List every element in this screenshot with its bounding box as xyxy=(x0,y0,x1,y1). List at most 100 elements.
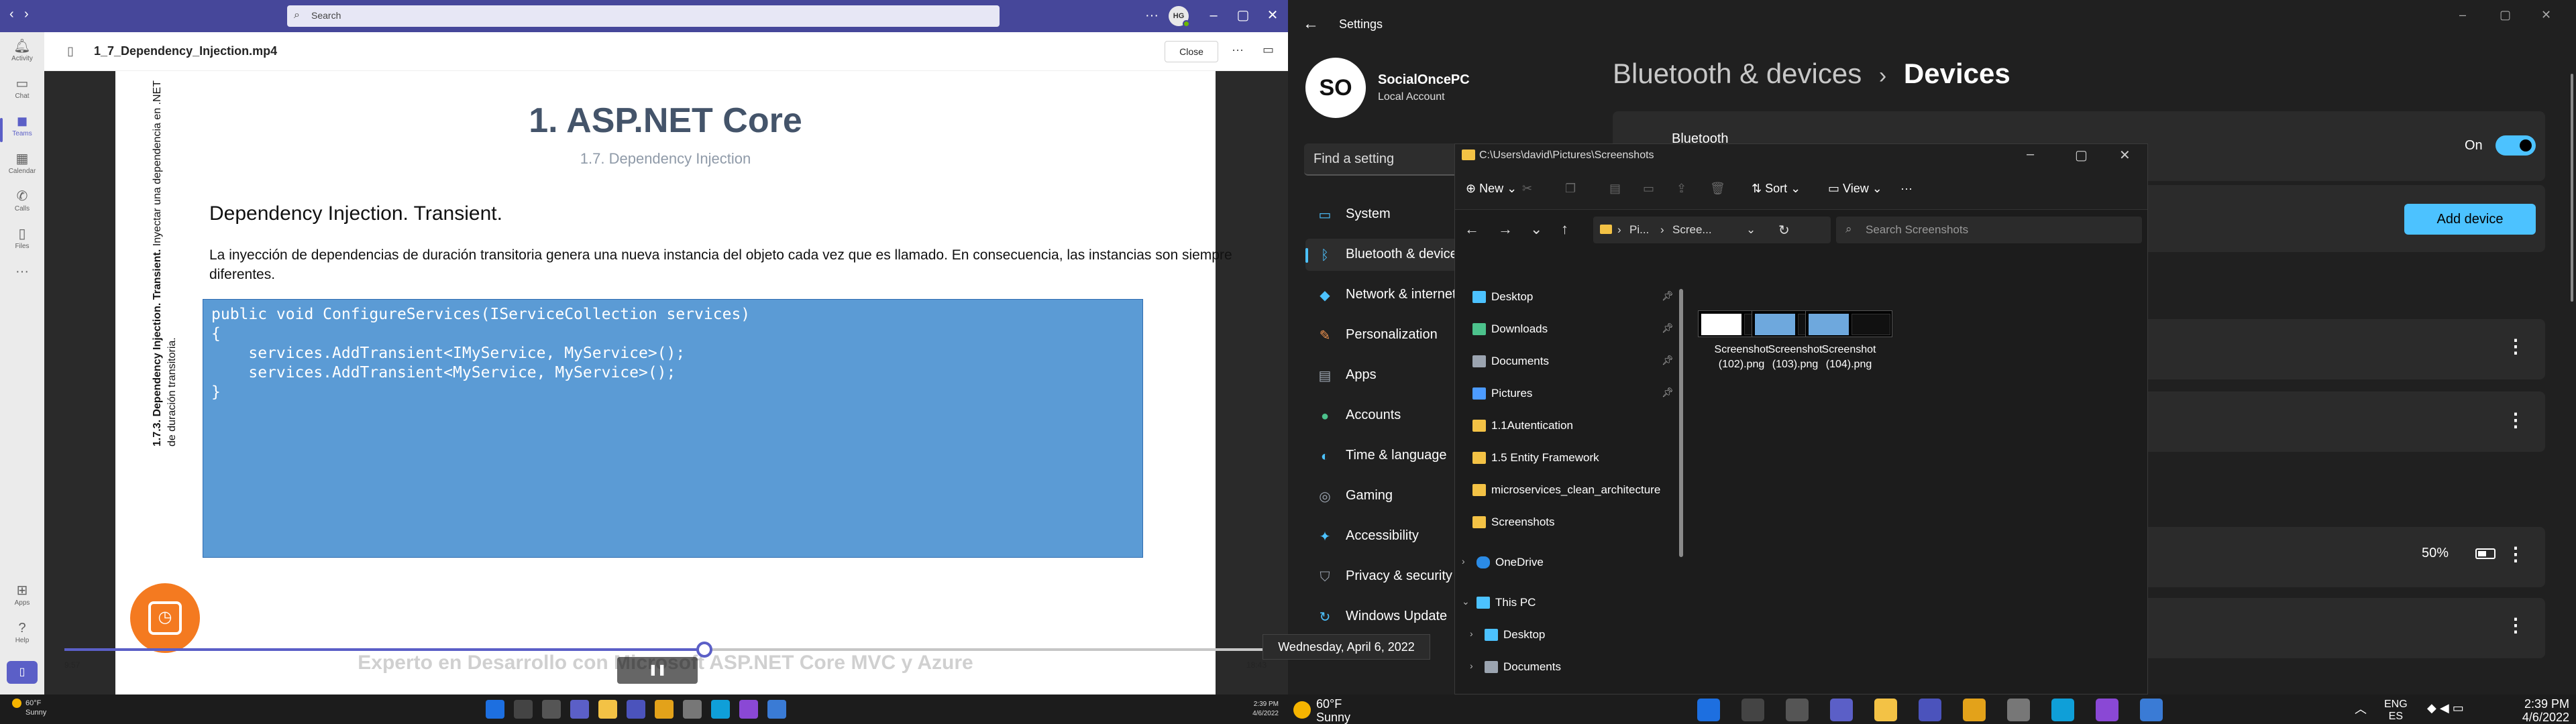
pin-icon[interactable]: 📌︎ xyxy=(1662,355,1674,366)
weather-widget[interactable]: 60°F Sunny xyxy=(12,699,46,717)
view-button[interactable]: ▭ View ⌄ xyxy=(1828,182,1882,196)
back-arrow-icon[interactable]: ← xyxy=(1464,221,1479,238)
nav-folder[interactable]: 1.5 Entity Framework xyxy=(1460,443,1682,473)
nav-onedrive[interactable]: › OneDrive xyxy=(1460,548,1682,577)
start-icon[interactable] xyxy=(1697,699,1720,721)
more-options-icon[interactable]: ··· xyxy=(1142,5,1162,25)
chevron-down-icon[interactable]: ⌄ xyxy=(1746,223,1756,237)
nav-pictures[interactable]: Pictures 📌︎ xyxy=(1460,379,1682,408)
rail-item-files[interactable]: ▯ Files xyxy=(0,225,44,263)
nav-documents[interactable]: Documents 📌︎ xyxy=(1460,347,1682,376)
cut-icon[interactable]: ✂ xyxy=(1522,182,1532,196)
file-item[interactable]: Screenshot (104).png xyxy=(1805,310,1899,372)
back-arrow-icon[interactable]: ← xyxy=(1303,15,1319,34)
nav-downloads[interactable]: Downloads 📌︎ xyxy=(1460,314,1682,344)
minimize-icon[interactable]: – xyxy=(1203,5,1224,25)
profile-picture[interactable]: SO xyxy=(1305,58,1366,118)
new-button[interactable]: ⊕ New ⌄ xyxy=(1466,182,1517,196)
address-bar[interactable]: › Pi... › Scree... ⌄ ↻ xyxy=(1593,217,1831,243)
teams-app-icon[interactable] xyxy=(627,700,645,719)
more-vertical-icon[interactable]: ⋮ xyxy=(2506,409,2525,431)
delete-icon[interactable]: 🗑︎ xyxy=(1710,182,1725,196)
visual-studio-icon[interactable] xyxy=(2096,699,2118,721)
settings-app-icon[interactable] xyxy=(683,700,702,719)
playback-controls[interactable]: ❚❚ xyxy=(617,657,698,684)
forward-arrow-icon[interactable]: → xyxy=(1498,221,1513,238)
paste-icon[interactable]: ▤ xyxy=(1609,182,1621,196)
more-vertical-icon[interactable]: ⋮ xyxy=(2506,335,2525,357)
more-options-icon[interactable]: ··· xyxy=(1232,43,1244,57)
task-view-icon[interactable] xyxy=(1786,699,1809,721)
system-tray[interactable]: ◆ ◀ ▭ xyxy=(2427,701,2464,715)
explorer-search-input[interactable]: ⌕ Search Screenshots xyxy=(1836,217,2142,243)
maximize-icon[interactable]: ▢ xyxy=(1233,5,1253,25)
rail-item-calendar[interactable]: ▦ Calendar xyxy=(0,150,44,188)
edge-icon[interactable] xyxy=(711,700,730,719)
forward-arrow-icon[interactable]: › xyxy=(24,7,29,22)
refresh-icon[interactable]: ↻ xyxy=(1778,222,1790,239)
teams-search-box[interactable]: ⌕ Search xyxy=(287,5,1000,27)
chevron-down-icon[interactable]: ⌄ xyxy=(1462,596,1470,607)
teams-app-icon[interactable] xyxy=(1919,699,1941,721)
close-window-icon[interactable]: ✕ xyxy=(2541,8,2551,22)
chevron-up-icon[interactable]: ︿ xyxy=(2355,700,2367,717)
maximize-icon[interactable]: ▢ xyxy=(2075,147,2088,164)
file-explorer-icon[interactable] xyxy=(1874,699,1897,721)
address-segment[interactable]: Scree... xyxy=(1672,223,1712,237)
rail-item-chat[interactable]: ▭ Chat xyxy=(0,75,44,113)
visual-studio-icon[interactable] xyxy=(739,700,758,719)
nav-folder[interactable]: Screenshots xyxy=(1460,507,1682,537)
photos-icon[interactable] xyxy=(2140,699,2163,721)
sort-button[interactable]: ⇅ Sort ⌄ xyxy=(1752,182,1801,196)
chat-bubble-icon[interactable]: ▭ xyxy=(1263,43,1274,57)
nav-desktop[interactable]: Desktop 📌︎ xyxy=(1460,282,1682,312)
pause-icon[interactable]: ❚❚ xyxy=(649,664,667,676)
video-player[interactable]: 1. ASP.NET Core 1.7. Dependency Injectio… xyxy=(44,71,1288,724)
chat-app-icon[interactable] xyxy=(1830,699,1853,721)
edge-icon[interactable] xyxy=(2051,699,2074,721)
copy-icon[interactable]: ❐ xyxy=(1565,182,1576,196)
more-options-icon[interactable]: ··· xyxy=(1900,182,1913,196)
bluetooth-toggle[interactable] xyxy=(2496,135,2536,156)
minimize-icon[interactable]: – xyxy=(2027,147,2034,162)
chrome-icon[interactable] xyxy=(1963,699,1986,721)
minimize-icon[interactable]: – xyxy=(2459,8,2466,22)
rename-icon[interactable]: ▭ xyxy=(1643,182,1654,196)
chevron-right-icon[interactable]: › xyxy=(1470,660,1473,671)
rail-item-apps[interactable]: ⊞ Apps xyxy=(0,582,44,619)
recent-locations-icon[interactable]: ⌄ xyxy=(1530,221,1542,238)
nav-pane-scrollbar[interactable] xyxy=(1679,289,1683,557)
rail-item-teams[interactable]: ◼ Teams xyxy=(0,113,44,150)
up-arrow-icon[interactable]: ↑ xyxy=(1561,221,1568,238)
clock[interactable]: 2:39 PM 4/6/2022 xyxy=(1238,700,1279,719)
weather-widget[interactable]: 60°F Sunny xyxy=(1293,697,1350,724)
nav-this-pc[interactable]: ⌄ This PC xyxy=(1460,588,1682,617)
rail-item-activity[interactable]: 🔔︎ Activity xyxy=(0,38,44,75)
close-button[interactable]: Close xyxy=(1165,41,1218,62)
share-icon[interactable]: ⇪ xyxy=(1676,182,1686,196)
file-explorer-icon[interactable] xyxy=(598,700,617,719)
find-setting-input[interactable]: Find a setting xyxy=(1304,143,1479,176)
rail-item-more[interactable]: ··· xyxy=(0,263,44,300)
breadcrumb-parent[interactable]: Bluetooth & devices xyxy=(1613,58,1862,89)
maximize-icon[interactable]: ▢ xyxy=(2500,8,2511,22)
clock[interactable]: 2:39 PM 4/6/2022 xyxy=(2496,697,2569,724)
back-arrow-icon[interactable]: ‹ xyxy=(9,7,14,22)
start-icon[interactable] xyxy=(486,700,504,719)
pin-icon[interactable]: 📌︎ xyxy=(1662,322,1674,334)
nav-pc-documents[interactable]: › Documents xyxy=(1460,652,1682,682)
chat-app-icon[interactable] xyxy=(570,700,589,719)
more-vertical-icon[interactable]: ⋮ xyxy=(2506,614,2525,636)
mobile-app-button[interactable]: ▯ xyxy=(7,661,38,684)
rail-item-calls[interactable]: ✆ Calls xyxy=(0,188,44,225)
close-window-icon[interactable]: ✕ xyxy=(2119,147,2131,164)
rail-item-help[interactable]: ? Help xyxy=(0,619,44,657)
nav-pc-desktop[interactable]: › Desktop xyxy=(1460,620,1682,650)
more-vertical-icon[interactable]: ⋮ xyxy=(2506,543,2525,565)
nav-folder[interactable]: 1.1Autentication xyxy=(1460,411,1682,440)
pin-icon[interactable]: 📌︎ xyxy=(1662,387,1674,398)
chevron-right-icon[interactable]: › xyxy=(1470,628,1473,639)
add-device-button[interactable]: Add device xyxy=(2404,204,2536,235)
chevron-right-icon[interactable]: › xyxy=(1462,556,1465,566)
avatar[interactable]: HG xyxy=(1169,6,1190,27)
